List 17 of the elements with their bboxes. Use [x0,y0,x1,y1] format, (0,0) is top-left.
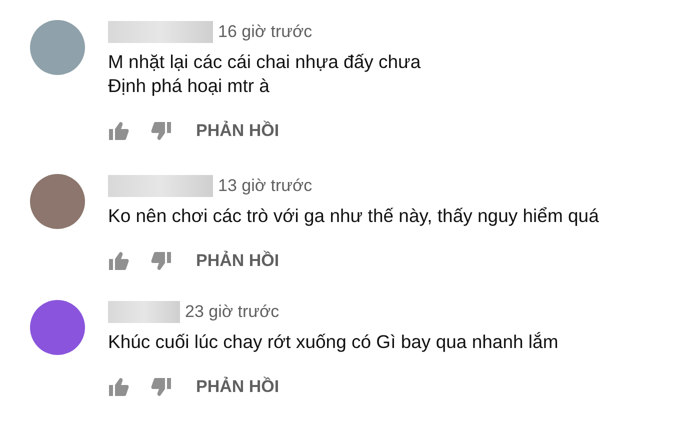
timestamp[interactable]: 13 giờ trước [218,173,312,199]
timestamp[interactable]: 23 giờ trước [185,299,280,325]
thumbs-down-icon[interactable] [151,252,171,270]
comment-text: Ko nên chơi các trò với ga như thế này, thấy nguy hiểm quá [108,204,599,228]
thumbs-up-icon[interactable] [109,378,129,396]
comment-text: Khúc cuối lúc chay rớt xuống có Gì bay qua nhanh lắm [108,330,558,354]
thumbs-up-icon[interactable] [109,252,129,270]
reply-button[interactable]: PHẢN HỒI [196,248,280,274]
blurred-username [108,301,180,323]
reply-button[interactable]: PHẢN HỒI [196,374,280,400]
comment-text: Định phá hoại mtr à [108,74,270,98]
timestamp[interactable]: 16 giờ trước [218,19,312,45]
thumbs-down-icon[interactable] [151,378,171,396]
thumbs-up-icon[interactable] [109,122,129,140]
comment-text: M nhặt lại các cái chai nhựa đấy chưa [108,50,421,74]
reply-button[interactable]: PHẢN HỒI [196,118,280,144]
thumbs-down-icon[interactable] [151,122,171,140]
